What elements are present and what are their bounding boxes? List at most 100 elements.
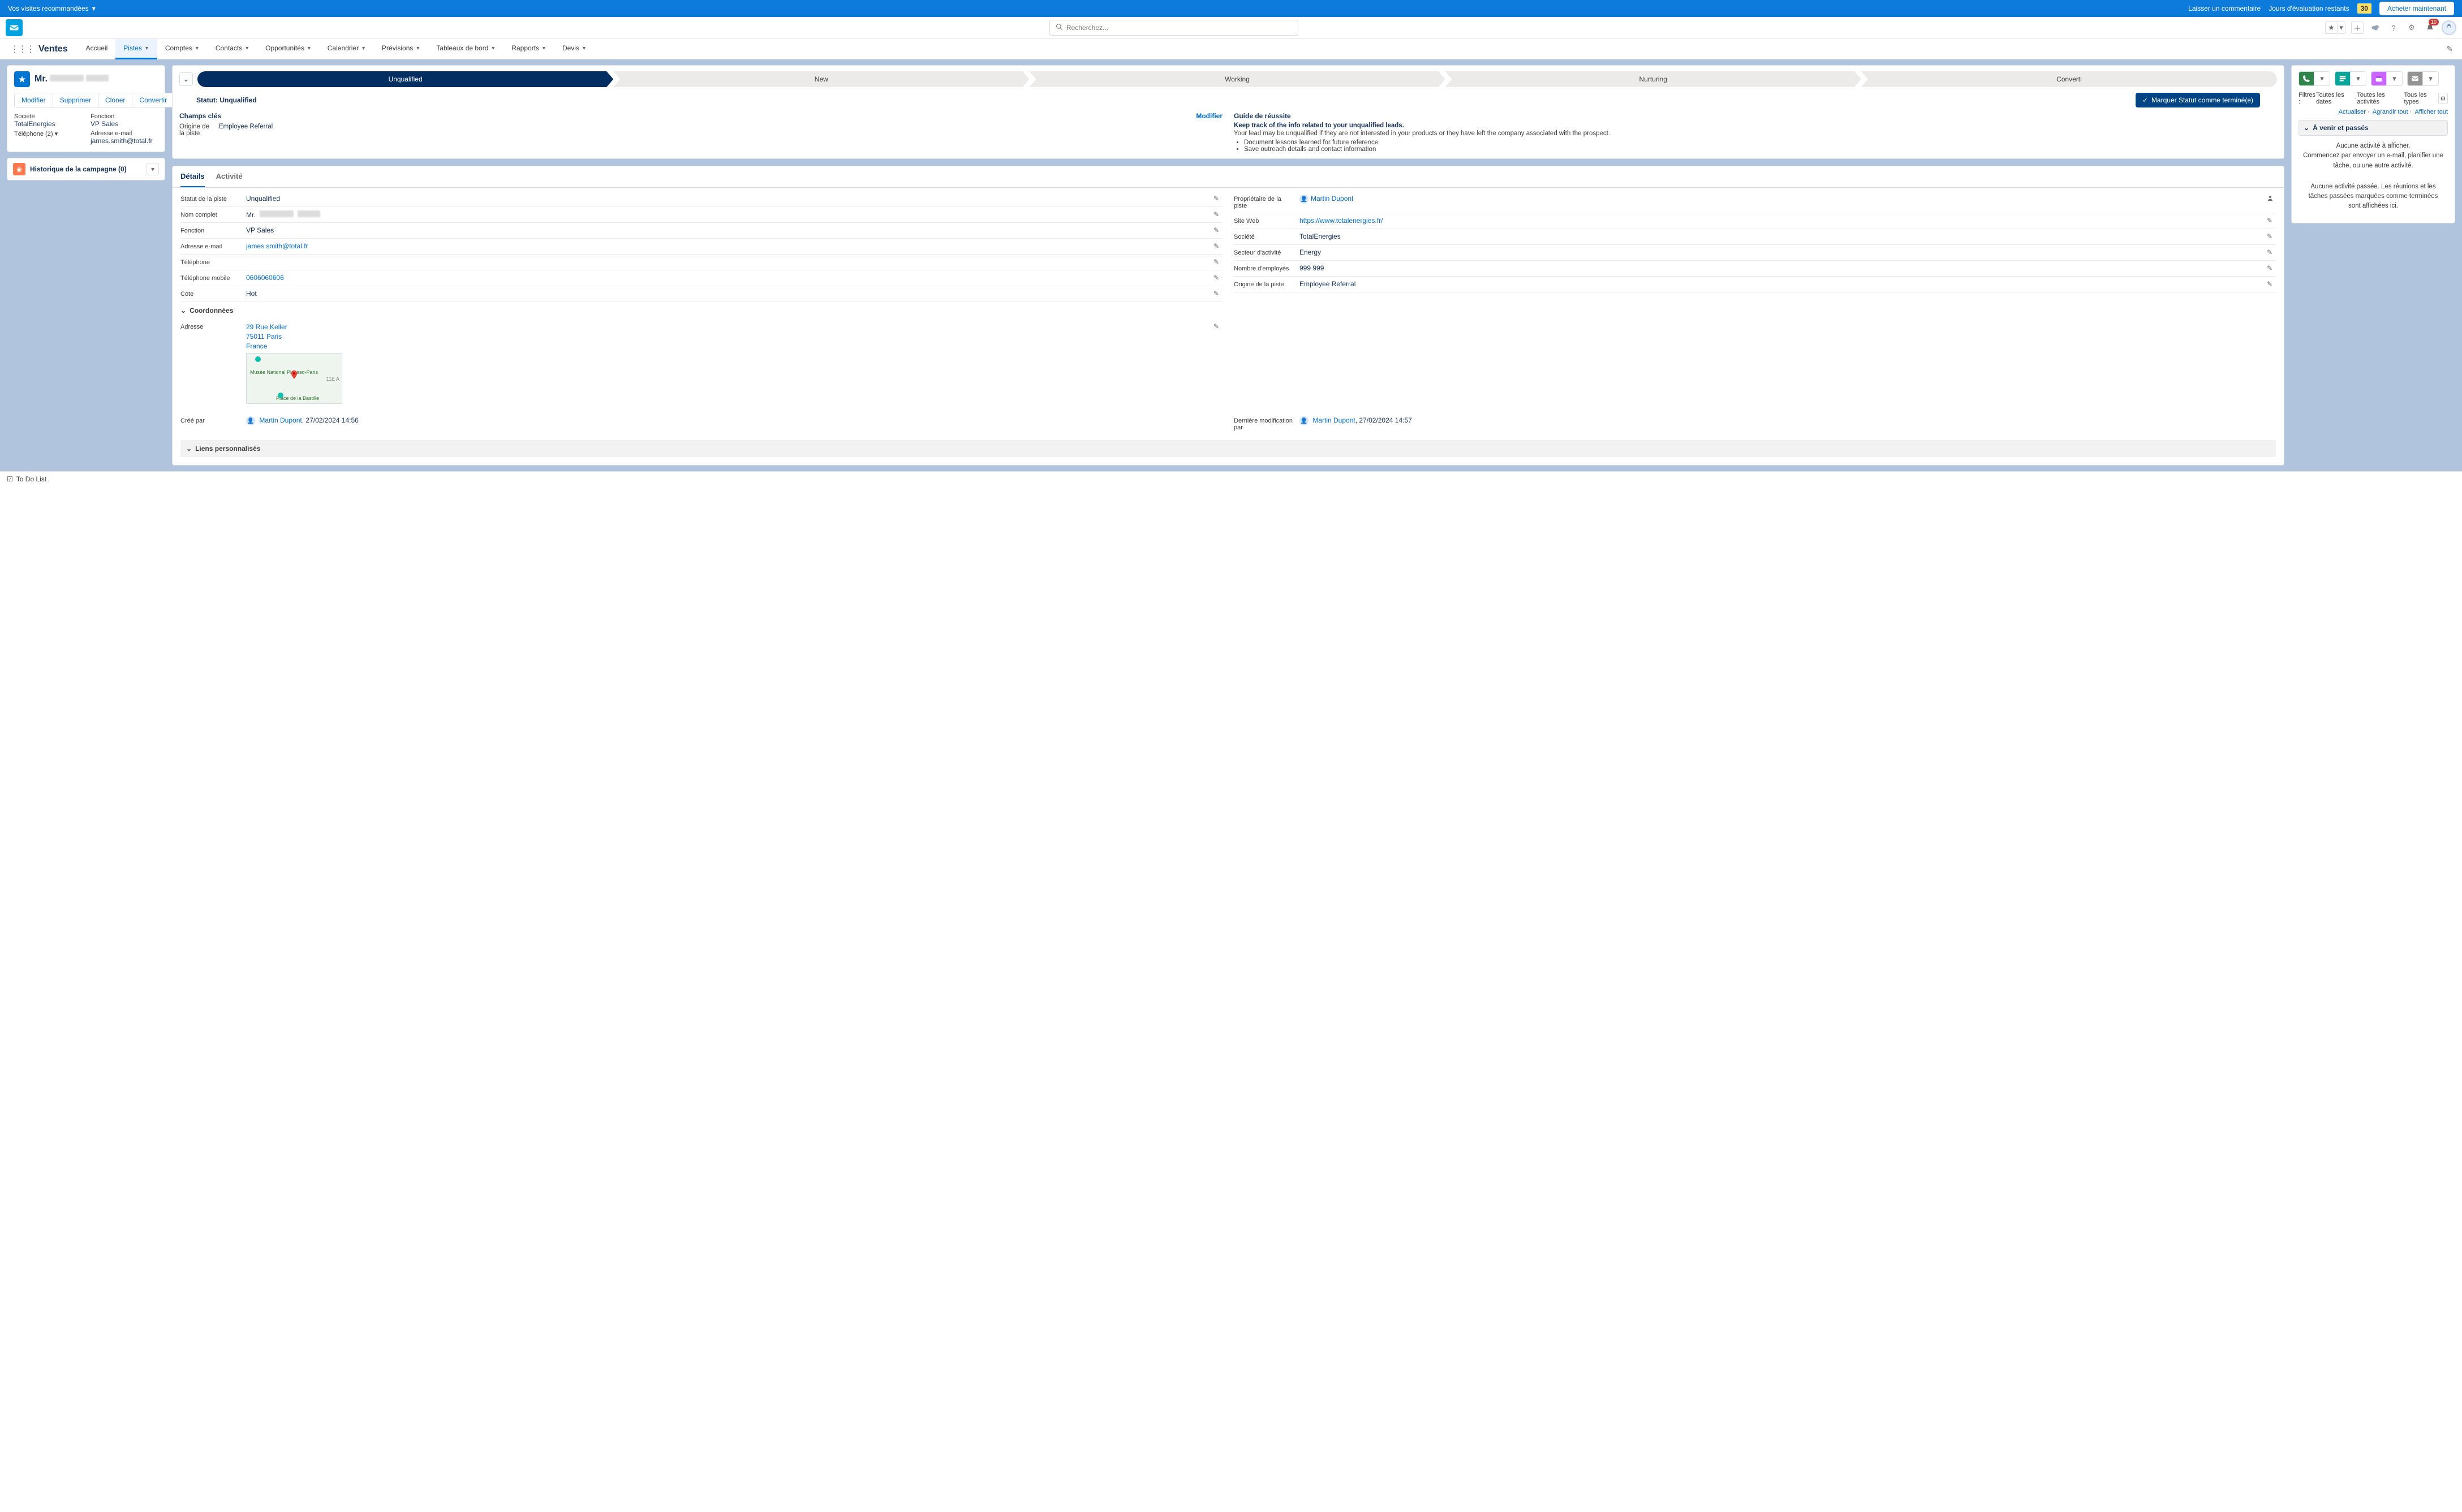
edit-address-button[interactable]: ✎ <box>1213 322 1223 330</box>
detail-field: FonctionVP Sales✎ <box>180 223 1223 239</box>
field-label: Cote <box>180 290 243 298</box>
title-label: Fonction <box>91 113 158 120</box>
new-task-button[interactable] <box>2335 71 2351 86</box>
path-stage-working[interactable]: Working <box>1029 71 1445 87</box>
guidance-body: Your lead may be unqualified if they are… <box>1234 130 2277 153</box>
edit-field-button[interactable]: ✎ <box>1213 195 1223 203</box>
path-stage-new[interactable]: New <box>613 71 1029 87</box>
tab-details[interactable]: Détails <box>180 166 205 187</box>
clone-button[interactable]: Cloner <box>98 93 132 107</box>
edit-button[interactable]: Modifier <box>15 93 53 107</box>
new-task-dropdown[interactable]: ▾ <box>2351 71 2366 86</box>
phone-label[interactable]: Téléphone (2) ▾ <box>14 130 81 137</box>
refresh-link[interactable]: Actualiser <box>2339 109 2366 115</box>
field-value: james.smith@total.fr <box>246 242 1210 250</box>
field-value: VP Sales <box>246 226 1210 234</box>
field-label: Site Web <box>1234 217 1296 225</box>
setup-gear-button[interactable]: ⚙ <box>2405 21 2418 34</box>
no-past-msg: Aucune activité passée. Les réunions et … <box>2299 176 2448 217</box>
map-marker-icon <box>255 356 261 363</box>
user-avatar[interactable] <box>2442 20 2456 35</box>
address-label: Adresse <box>180 322 243 330</box>
guidance-lead: Keep track of the info related to your u… <box>1234 122 2277 129</box>
field-value: TotalEnergies <box>1299 232 2263 240</box>
email-dropdown[interactable]: ▾ <box>2423 71 2439 86</box>
lead-icon: ★ <box>14 71 30 87</box>
edit-field-button[interactable]: ✎ <box>1213 258 1223 266</box>
campaign-history-title[interactable]: Historique de la campagne (0) <box>30 165 142 173</box>
buy-now-button[interactable]: Acheter maintenant <box>2379 2 2454 15</box>
new-event-button[interactable] <box>2371 71 2387 86</box>
trial-days-label: Jours d'évaluation restants <box>2269 5 2349 12</box>
detail-field: SociétéTotalEnergies ✎ <box>1234 229 2276 245</box>
edit-field-button[interactable]: ✎ <box>1213 226 1223 234</box>
tab-activity[interactable]: Activité <box>216 166 243 187</box>
nav-item-rapports[interactable]: Rapports ▼ <box>503 39 554 59</box>
path-stage-nurturing[interactable]: Nurturing <box>1445 71 1861 87</box>
log-call-dropdown[interactable]: ▾ <box>2314 71 2330 86</box>
edit-field-button[interactable]: ✎ <box>1213 290 1223 298</box>
recommended-visits-link[interactable]: Vos visites recommandées ▾ <box>8 5 96 12</box>
trial-banner: Vos visites recommandées ▾ Laisser un co… <box>0 0 2462 17</box>
search-input[interactable] <box>1066 24 1292 32</box>
edit-field-button[interactable]: ✎ <box>2267 232 2276 240</box>
path-collapse-button[interactable]: ⌄ <box>179 72 193 86</box>
show-all-link[interactable]: Afficher tout <box>2415 109 2448 115</box>
nav-item-pistes[interactable]: Pistes ▼ <box>115 39 157 59</box>
section-custom-links[interactable]: ⌄ Liens personnalisés <box>180 440 2276 457</box>
field-value: Mr. <box>246 210 1210 219</box>
new-event-dropdown[interactable]: ▾ <box>2387 71 2403 86</box>
todo-list-icon[interactable]: ☑ <box>7 475 13 483</box>
app-logo[interactable] <box>6 19 23 36</box>
convert-button[interactable]: Convertir <box>132 93 174 107</box>
email-button[interactable] <box>2407 71 2423 86</box>
address-value[interactable]: 29 Rue Keller 75011 Paris France Musée N… <box>246 322 1210 404</box>
nav-item-accueil[interactable]: Accueil <box>78 39 116 59</box>
path-stage-converti[interactable]: Converti <box>1861 71 2277 87</box>
nav-item-contacts[interactable]: Contacts ▼ <box>208 39 257 59</box>
delete-button[interactable]: Supprimer <box>53 93 98 107</box>
app-launcher-button[interactable]: ⋮⋮⋮ <box>6 44 38 55</box>
notifications-button[interactable]: 10 <box>2424 21 2436 34</box>
section-coordinates[interactable]: ⌄ Coordonnées <box>180 302 2276 319</box>
todo-list-link[interactable]: To Do List <box>16 475 46 483</box>
salesforce-help-icon[interactable] <box>2369 21 2382 34</box>
edit-nav-button[interactable]: ✎ <box>2443 44 2456 54</box>
global-create-button[interactable]: ＋ <box>2351 21 2364 34</box>
email-value[interactable]: james.smith@total.fr <box>91 137 153 145</box>
path-stage-unqualified[interactable]: Unqualified <box>197 71 613 87</box>
campaign-menu-button[interactable]: ▾ <box>147 163 159 175</box>
map-thumbnail[interactable]: Musée National Picasso-Paris Place de la… <box>246 353 342 404</box>
edit-field-button[interactable]: ✎ <box>1213 274 1223 282</box>
upcoming-past-section[interactable]: ⌄ À venir et passés <box>2299 120 2448 136</box>
edit-field-button[interactable]: ✎ <box>1213 242 1223 250</box>
global-search[interactable] <box>1049 20 1298 36</box>
expand-all-link[interactable]: Agrandir tout <box>2373 109 2408 115</box>
activity-toolbar: ▾ ▾ ▾ ▾ <box>2299 71 2448 86</box>
edit-field-button[interactable]: ✎ <box>2267 264 2276 272</box>
favorites-button[interactable]: ★ <box>2325 21 2338 34</box>
leave-comment-link[interactable]: Laisser un commentaire <box>2188 5 2261 12</box>
detail-field: Site Webhttps://www.totalenergies.fr/✎ <box>1234 213 2276 229</box>
mark-status-complete-button[interactable]: ✓ Marquer Statut comme terminé(e) <box>2136 93 2260 107</box>
nav-item-devis[interactable]: Devis ▼ <box>554 39 595 59</box>
help-button[interactable]: ? <box>2387 21 2400 34</box>
chevron-down-icon: ▼ <box>541 45 546 51</box>
edit-field-button[interactable]: ✎ <box>1213 210 1223 218</box>
field-label: Société <box>1234 232 1296 240</box>
nav-item-tableaux-de-bord[interactable]: Tableaux de bord ▼ <box>428 39 503 59</box>
nav-item-comptes[interactable]: Comptes ▼ <box>157 39 208 59</box>
edit-field-button[interactable]: ✎ <box>2267 248 2276 256</box>
activity-settings-button[interactable]: ⚙ <box>2438 93 2448 104</box>
key-fields-edit-link[interactable]: Modifier <box>1196 112 1223 120</box>
nav-item-calendrier[interactable]: Calendrier ▼ <box>320 39 374 59</box>
edit-field-button[interactable]: ✎ <box>2267 217 2276 225</box>
nav-item-prévisions[interactable]: Prévisions ▼ <box>374 39 428 59</box>
user-avatar-icon: 👤 <box>1299 195 1309 204</box>
change-owner-button[interactable] <box>2267 195 2276 203</box>
nav-item-opportunités[interactable]: Opportunités ▼ <box>257 39 320 59</box>
field-label: Téléphone <box>180 258 243 266</box>
edit-field-button[interactable]: ✎ <box>2267 280 2276 288</box>
log-call-button[interactable] <box>2299 71 2314 86</box>
favorites-dropdown[interactable]: ▾ <box>2338 21 2345 34</box>
